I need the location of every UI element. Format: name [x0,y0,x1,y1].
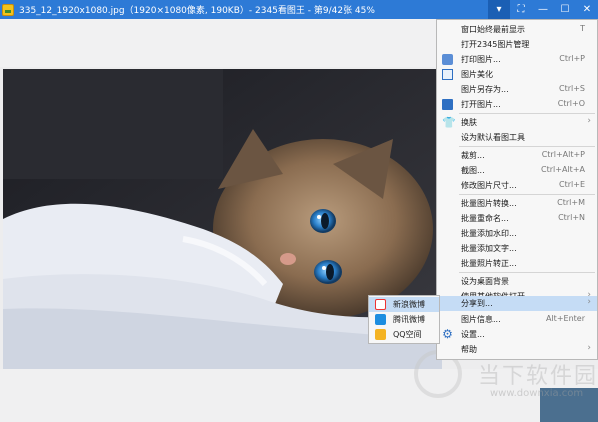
menu-item-share[interactable]: 分享到... › [437,296,597,311]
close-icon: ✕ [582,4,592,15]
menu-item-crop[interactable]: 裁剪... Ctrl+Alt+P [437,148,597,163]
chevron-right-icon: › [587,297,591,307]
menu-item-open-image[interactable]: 打开图片... Ctrl+O [437,97,597,112]
menu-item-print[interactable]: 打印图片... Ctrl+P [437,52,597,67]
menu-item-batch-text[interactable]: 批量添加文字... [437,241,597,256]
window-title: 335_12_1920x1080.jpg（1920×1080像素, 190KB）… [19,6,375,16]
watermark-url: www.downxia.com [490,388,584,399]
printer-icon [442,54,453,65]
menu-item-always-on-top[interactable]: 窗口始终最前显示 T [437,22,597,37]
menu-item-open-manager[interactable]: 打开2345图片管理 [437,37,597,52]
menu-item-settings[interactable]: ⚙ 设置... [437,327,597,342]
maximize-button[interactable]: ☐ [554,0,576,19]
chevron-right-icon: › [587,116,591,126]
menu-item-batch-rotate[interactable]: 批量照片转正... [437,256,597,271]
minimize-button[interactable]: — [532,0,554,19]
open-folder-icon [442,99,453,110]
menu-separator [459,272,595,273]
image-viewer-window: 335_12_1920x1080.jpg（1920×1080像素, 190KB）… [0,0,598,422]
menu-item-batch-rename[interactable]: 批量重命名... Ctrl+N [437,211,597,226]
gear-icon: ⚙ [442,327,453,341]
share-submenu: 新浪微博 腾讯微博 QQ空间 [368,295,440,344]
watermark-text: 当下软件园 [478,364,598,389]
menu-item-set-default[interactable]: 设为默认看图工具 [437,130,597,145]
close-button[interactable]: ✕ [576,0,598,19]
tencent-weibo-icon [375,314,386,325]
menu-item-set-wallpaper[interactable]: 设为桌面背景 [437,274,597,289]
skin-icon: 👕 [442,116,456,129]
fullscreen-icon: ⛶ [517,4,525,15]
menu-item-batch-watermark[interactable]: 批量添加水印... [437,226,597,241]
maximize-icon: ☐ [560,4,570,15]
menu-item-resize[interactable]: 修改图片尺寸... Ctrl+E [437,178,597,193]
menu-item-skin[interactable]: 👕 换肤 › [437,115,597,130]
window-controls: ▾ ⛶ — ☐ ✕ [488,0,598,19]
menu-dropdown-button[interactable]: ▾ [488,0,510,19]
context-menu: 窗口始终最前显示 T 打开2345图片管理 打印图片... Ctrl+P 图片美… [436,19,598,360]
share-qzone[interactable]: QQ空间 [369,327,439,342]
menu-item-save-as[interactable]: 图片另存为... Ctrl+S [437,82,597,97]
menu-item-image-info[interactable]: 图片信息... Alt+Enter [437,312,597,327]
minimize-icon: — [538,4,548,15]
menu-separator [459,113,595,114]
qzone-icon [375,329,386,340]
sina-weibo-icon [375,299,386,310]
menu-item-batch-convert[interactable]: 批量图片转换... Ctrl+M [437,196,597,211]
share-sina-weibo[interactable]: 新浪微博 [369,297,439,312]
share-tencent-weibo[interactable]: 腾讯微博 [369,312,439,327]
chevron-right-icon: › [587,343,591,353]
menu-item-screenshot[interactable]: 截图... Ctrl+Alt+A [437,163,597,178]
chevron-down-icon: ▾ [496,4,502,15]
menu-item-beautify[interactable]: 图片美化 [437,67,597,82]
beautify-icon [442,69,453,80]
app-logo-icon [2,3,14,16]
fullscreen-button[interactable]: ⛶ [510,0,532,19]
menu-item-help[interactable]: 帮助 › [437,342,597,357]
title-bar[interactable]: 335_12_1920x1080.jpg（1920×1080像素, 190KB）… [0,0,598,19]
menu-separator [459,194,595,195]
menu-separator [459,146,595,147]
